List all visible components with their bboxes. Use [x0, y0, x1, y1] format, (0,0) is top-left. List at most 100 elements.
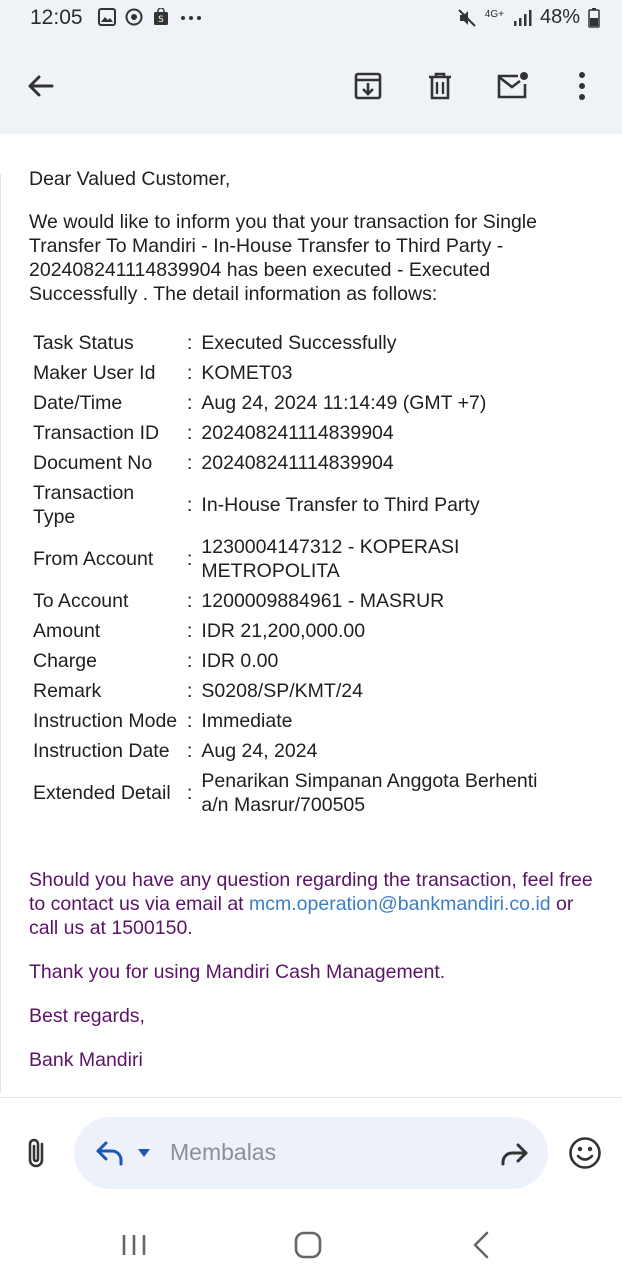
detail-separator: :	[187, 782, 193, 804]
email-toolbar	[0, 38, 622, 134]
mark-unread-button[interactable]	[491, 64, 535, 108]
chevron-down-icon[interactable]	[137, 1148, 151, 1158]
detail-value: Executed Successfully	[201, 332, 397, 354]
reply-icon[interactable]	[94, 1139, 126, 1167]
detail-value: IDR 0.00	[201, 650, 279, 672]
delete-icon	[429, 72, 451, 100]
detail-row: Maker User Id: KOMET03	[28, 358, 566, 388]
detail-separator: :	[187, 620, 193, 642]
detail-row: Instruction Date: Aug 24, 2024	[28, 736, 566, 766]
email-body: Dear Valued Customer, We would like to i…	[0, 134, 622, 1096]
mark-unread-icon	[497, 72, 528, 99]
detail-value: S0208/SP/KMT/24	[201, 680, 363, 702]
divider	[0, 1097, 622, 1098]
detail-label: Charge	[33, 650, 97, 672]
detail-label: Date/Time	[33, 392, 123, 414]
more-dots-icon	[181, 16, 201, 20]
archive-icon	[354, 72, 382, 100]
back-arrow-icon	[28, 75, 54, 97]
detail-label: Instruction Mode	[33, 710, 178, 732]
detail-separator: :	[187, 422, 193, 444]
detail-value: Penarikan Simpanan Anggota Berhenti a/n …	[201, 770, 538, 816]
detail-row: Amount: IDR 21,200,000.00	[28, 616, 566, 646]
svg-text:S: S	[158, 15, 164, 25]
back-button[interactable]	[18, 64, 62, 108]
detail-label: Instruction Date	[33, 740, 170, 762]
4g-icon: 4G+	[484, 8, 504, 20]
detail-value: In-House Transfer to Third Party	[201, 494, 480, 516]
detail-separator: :	[187, 494, 193, 516]
detail-row: Transaction Type: In-House Transfer to Th…	[28, 478, 566, 532]
greeting: Dear Valued Customer,	[29, 168, 231, 190]
delete-button[interactable]	[418, 64, 462, 108]
mute-icon	[458, 8, 476, 27]
detail-value: 1230004147312 - KOPERASI METROPOLITA	[201, 536, 460, 582]
detail-label: Task Status	[33, 332, 134, 354]
detail-row: Transaction ID:202408241114839904	[28, 418, 566, 448]
detail-separator: :	[187, 650, 193, 672]
detail-row: Instruction Mode: Immediate	[28, 706, 566, 736]
detail-label: Remark	[33, 680, 102, 702]
detail-separator: :	[187, 392, 193, 414]
back-nav-icon[interactable]	[463, 1230, 499, 1260]
shopping-bag-icon: S	[154, 8, 168, 25]
detail-label: From Account	[33, 548, 154, 570]
scroll-edge	[0, 174, 4, 1094]
detail-label: Transaction ID	[33, 422, 160, 444]
transaction-details-table: Task Status: Executed Successfully Maker U…	[28, 328, 566, 820]
thanks-text: Thank you for using Mandiri Cash Managem…	[29, 961, 446, 983]
contact-paragraph: Should you have any question regarding t…	[29, 868, 599, 940]
detail-label: Amount	[33, 620, 101, 642]
detail-value: Immediate	[201, 710, 293, 732]
detail-label: Document No	[33, 452, 153, 474]
reply-input[interactable]: Membalas	[170, 1139, 276, 1166]
detail-row: Document No:202408241114839904	[28, 448, 566, 478]
detail-row: From Account:1230004147312 - KOPERASI ME…	[28, 532, 566, 586]
detail-row: Extended Detail: Penarikan Simpanan Anggo…	[28, 766, 566, 820]
detail-label: To Account	[33, 590, 129, 612]
status-bar: 12:05 S 4G+ 48%	[0, 0, 622, 38]
recent-apps-icon[interactable]	[116, 1230, 152, 1260]
detail-row: Date/Time: Aug 24, 2024 11:14:49 (GMT +7)	[28, 388, 566, 418]
more-options-button[interactable]	[560, 64, 604, 108]
detail-value: Aug 24, 2024 11:14:49 (GMT +7)	[201, 392, 487, 414]
emoji-icon[interactable]	[568, 1136, 602, 1170]
detail-separator: :	[187, 590, 193, 612]
status-time: 12:05	[30, 6, 83, 29]
contact-email-link[interactable]: mcm.operation@bankmandiri.co.id	[249, 893, 551, 915]
battery-icon	[588, 7, 600, 28]
detail-label: Transaction Type	[33, 482, 135, 528]
detail-label: Maker User Id	[33, 362, 156, 384]
detail-row: Task Status: Executed Successfully	[28, 328, 566, 358]
reply-bar[interactable]: Membalas	[74, 1117, 548, 1189]
detail-separator: :	[187, 452, 193, 474]
detail-row: Remark: S0208/SP/KMT/24	[28, 676, 566, 706]
detail-value: KOMET03	[201, 362, 293, 384]
detail-separator: :	[187, 680, 193, 702]
signal-icon	[513, 9, 532, 26]
detail-value: Aug 24, 2024	[201, 740, 318, 762]
image-icon	[98, 8, 116, 26]
detail-separator: :	[187, 710, 193, 732]
forward-icon[interactable]	[498, 1139, 530, 1167]
detail-label: Extended Detail	[33, 782, 171, 804]
location-icon	[125, 8, 143, 26]
detail-value: 1200009884961 - MASRUR	[201, 590, 445, 612]
detail-value: 202408241114839904	[201, 452, 394, 474]
archive-button[interactable]	[346, 64, 390, 108]
detail-value: 202408241114839904	[201, 422, 394, 444]
system-nav-bar	[0, 1210, 622, 1280]
attachment-icon[interactable]	[24, 1136, 52, 1170]
detail-row: To Account:1200009884961 - MASRUR	[28, 586, 566, 616]
intro-paragraph: We would like to inform you that your tr…	[29, 211, 537, 305]
regards-text: Best regards,	[29, 1005, 145, 1027]
battery-percent: 48%	[539, 6, 580, 28]
detail-separator: :	[187, 548, 193, 570]
detail-value: IDR 21,200,000.00	[201, 620, 366, 642]
detail-row: Charge: IDR 0.00	[28, 646, 566, 676]
detail-separator: :	[187, 362, 193, 384]
detail-separator: :	[187, 332, 193, 354]
detail-separator: :	[187, 740, 193, 762]
signature-text: Bank Mandiri	[29, 1049, 143, 1071]
home-icon[interactable]	[290, 1230, 326, 1260]
